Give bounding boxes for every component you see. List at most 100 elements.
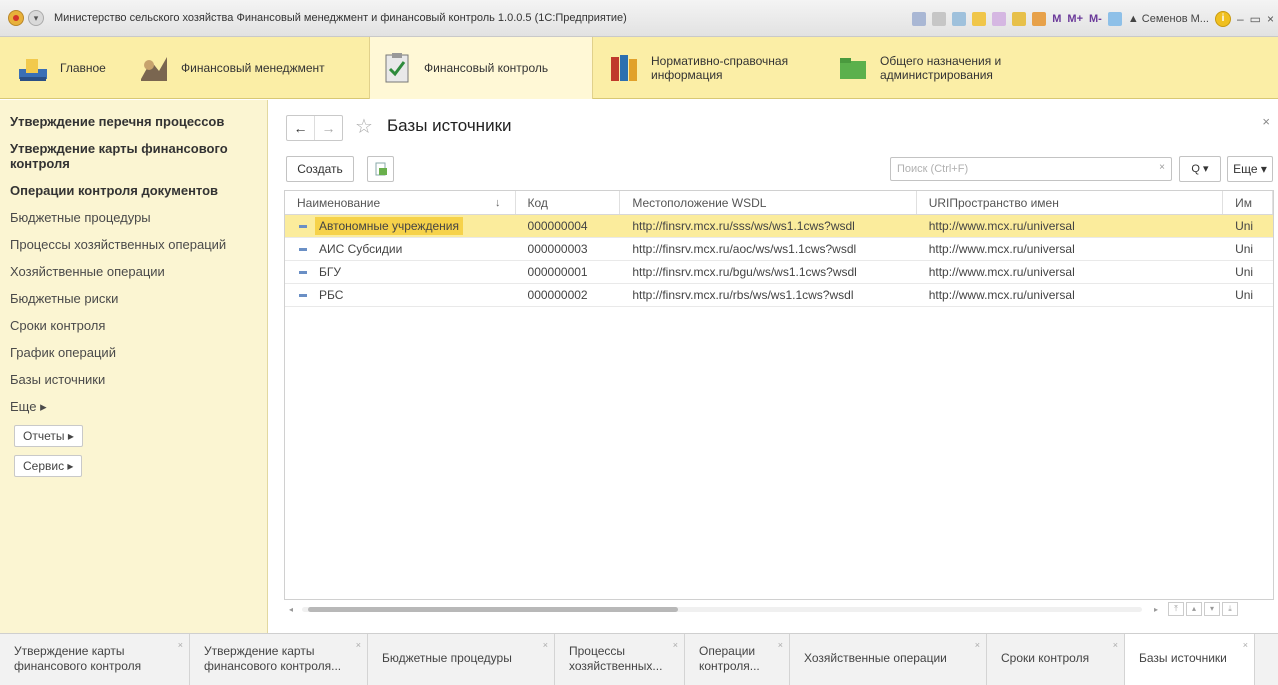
folder-icon xyxy=(836,51,870,85)
scroll-last-icon[interactable]: ⤓ xyxy=(1222,602,1238,616)
tab-approve-control-map-2[interactable]: Утверждение карты финансового контроля..… xyxy=(190,634,368,685)
cell-wsdl: http://finsrv.mcx.ru/sss/ws/ws1.1cws?wsd… xyxy=(632,219,855,233)
memory-plus-button[interactable]: M+ xyxy=(1067,13,1083,25)
table-row[interactable]: БГУ 000000001 http://finsrv.mcx.ru/bgu/w… xyxy=(285,261,1273,284)
search-input[interactable] xyxy=(891,158,1146,180)
section-label: Главное xyxy=(60,61,106,75)
scroll-thumb[interactable] xyxy=(308,606,678,612)
search-button[interactable]: Q ▾ xyxy=(1179,156,1221,182)
close-tab-icon[interactable]: × xyxy=(356,638,361,653)
history-nav: ← → xyxy=(286,115,343,141)
page-title: Базы источники xyxy=(387,116,512,135)
close-tab-icon[interactable]: × xyxy=(673,638,678,653)
history-icon[interactable] xyxy=(992,11,1007,26)
nav-item-document-control-operations[interactable]: Операции контроля документов xyxy=(10,183,257,198)
maximize-button[interactable]: ▭ xyxy=(1250,12,1261,26)
column-header-name[interactable]: Наименование ↓ xyxy=(285,191,516,214)
print-icon[interactable] xyxy=(932,11,947,26)
favorites-icon[interactable] xyxy=(972,11,987,26)
panels-icon[interactable] xyxy=(1107,11,1122,26)
main-menu-icon[interactable]: ▾ xyxy=(28,10,44,26)
section-general-admin[interactable]: Общего назначения и администрирования xyxy=(826,37,1086,99)
close-form-icon[interactable]: × xyxy=(1262,114,1270,129)
info-icon[interactable]: i xyxy=(1214,10,1231,27)
cell-extra: Uni xyxy=(1235,219,1254,233)
section-label: Финансовый контроль xyxy=(424,61,549,75)
favorite-star-icon[interactable]: ☆ xyxy=(355,114,373,139)
sort-desc-icon[interactable]: ↓ xyxy=(495,191,501,214)
nav-item-budget-risks[interactable]: Бюджетные риски xyxy=(10,291,257,306)
nav-item-approve-process-list[interactable]: Утверждение перечня процессов xyxy=(10,114,257,129)
section-label: Общего назначения и администрирования xyxy=(880,54,1002,82)
section-label: Нормативно-справочная информация xyxy=(651,54,789,82)
scroll-track[interactable] xyxy=(302,606,1142,612)
scroll-left-icon[interactable]: ◂ xyxy=(284,605,298,614)
scroll-first-icon[interactable]: ⤒ xyxy=(1168,602,1184,616)
section-finance-control[interactable]: Финансовый контроль xyxy=(369,37,593,99)
column-header-code[interactable]: Код xyxy=(516,191,621,214)
clear-search-icon[interactable]: × xyxy=(1159,162,1165,173)
close-tab-icon[interactable]: × xyxy=(543,638,548,653)
table-row[interactable]: РБС 000000002 http://finsrv.mcx.ru/rbs/w… xyxy=(285,284,1273,307)
tab-source-databases[interactable]: Базы источники × xyxy=(1125,634,1255,685)
scroll-up-icon[interactable]: ▴ xyxy=(1186,602,1202,616)
nav-item-business-processes[interactable]: Процессы хозяйственных операций xyxy=(10,237,257,252)
column-header-wsdl[interactable]: Местоположение WSDL xyxy=(620,191,917,214)
tab-control-operations[interactable]: Операции контроля... × xyxy=(685,634,790,685)
more-actions-button[interactable]: Еще ▾ xyxy=(1227,156,1273,182)
scroll-down-icon[interactable]: ▾ xyxy=(1204,602,1220,616)
create-button[interactable]: Создать xyxy=(286,156,354,182)
app-logo-icon xyxy=(8,10,24,26)
nav-item-source-databases[interactable]: Базы источники xyxy=(10,372,257,387)
nav-item-approve-control-map[interactable]: Утверждение карты финансового контроля xyxy=(10,141,257,171)
sections-panel: Главное Финансовый менеджмент Финансовый… xyxy=(0,37,1278,99)
horizontal-scrollbar[interactable]: ◂ ▸ ⤒ ▴ ▾ ⤓ xyxy=(284,600,1274,618)
copy-button[interactable] xyxy=(367,156,394,182)
table-row[interactable]: АИС Субсидии 000000003 http://finsrv.mcx… xyxy=(285,238,1273,261)
close-tab-icon[interactable]: × xyxy=(975,638,980,653)
memory-button[interactable]: M xyxy=(1052,13,1061,25)
tab-budget-procedures[interactable]: Бюджетные процедуры × xyxy=(368,634,555,685)
service-button[interactable]: Сервис ▸ xyxy=(14,455,83,477)
reports-button[interactable]: Отчеты ▸ xyxy=(14,425,83,447)
item-icon xyxy=(299,294,307,298)
tab-approve-control-map[interactable]: Утверждение карты финансового контроля × xyxy=(0,634,190,685)
cell-uri: http://www.mcx.ru/universal xyxy=(928,219,1075,233)
section-reference-info[interactable]: Нормативно-справочная информация xyxy=(593,37,826,99)
calendar-icon[interactable] xyxy=(1032,11,1047,26)
tab-business-operations[interactable]: Хозяйственные операции × xyxy=(790,634,987,685)
nav-item-operations-schedule[interactable]: График операций xyxy=(10,345,257,360)
search-field[interactable]: × xyxy=(890,157,1172,181)
scroll-right-icon[interactable]: ▸ xyxy=(1146,605,1166,614)
section-main[interactable]: Главное xyxy=(0,37,127,99)
minimize-button[interactable]: – xyxy=(1237,12,1244,26)
link-icon[interactable] xyxy=(952,11,967,26)
forward-arrow-icon[interactable]: → xyxy=(315,116,342,140)
column-header-uri[interactable]: URIПространство имен xyxy=(917,191,1224,214)
save-icon[interactable] xyxy=(912,11,927,26)
close-tab-icon[interactable]: × xyxy=(1113,638,1118,653)
navigation-panel: Утверждение перечня процессов Утверждени… xyxy=(0,100,268,633)
column-header-name-extra[interactable]: Им xyxy=(1223,191,1273,214)
close-window-button[interactable]: × xyxy=(1267,12,1274,26)
close-tab-icon[interactable]: × xyxy=(1243,638,1248,653)
cell-code: 000000004 xyxy=(527,219,588,233)
table-row[interactable]: Автономные учреждения 000000004 http://f… xyxy=(285,215,1273,238)
tab-control-deadlines[interactable]: Сроки контроля × xyxy=(987,634,1125,685)
nav-item-control-deadlines[interactable]: Сроки контроля xyxy=(10,318,257,333)
memory-minus-button[interactable]: M- xyxy=(1089,13,1102,25)
home-icon xyxy=(16,51,50,85)
nav-item-budget-procedures[interactable]: Бюджетные процедуры xyxy=(10,210,257,225)
cell-wsdl: http://finsrv.mcx.ru/rbs/ws/ws1.1cws?wsd… xyxy=(632,288,854,302)
user-name[interactable]: ▲ Семенов М... xyxy=(1128,13,1209,25)
tab-business-processes[interactable]: Процессы хозяйственных... × xyxy=(555,634,685,685)
close-tab-icon[interactable]: × xyxy=(778,638,783,653)
cell-extra: Uni xyxy=(1235,265,1254,279)
calculator-icon[interactable] xyxy=(1012,11,1027,26)
close-tab-icon[interactable]: × xyxy=(178,638,183,653)
item-icon xyxy=(299,225,307,229)
back-arrow-icon[interactable]: ← xyxy=(287,116,315,140)
nav-item-business-operations[interactable]: Хозяйственные операции xyxy=(10,264,257,279)
section-finance-management[interactable]: Финансовый менеджмент xyxy=(127,37,369,99)
nav-more-link[interactable]: Еще ▸ xyxy=(10,399,257,415)
